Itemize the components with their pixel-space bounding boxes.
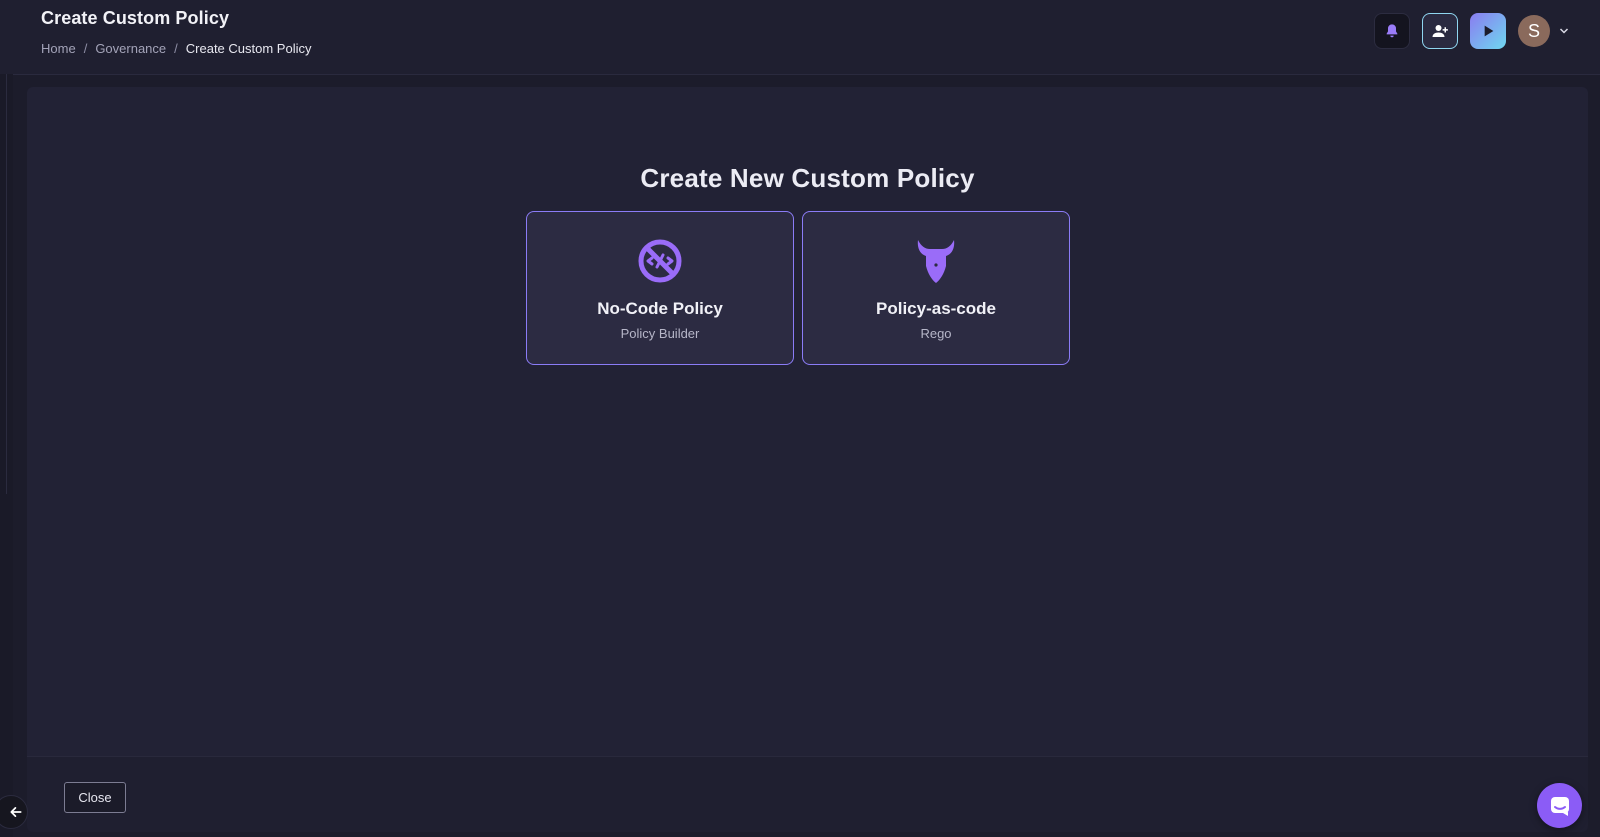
breadcrumb-separator: / <box>83 41 88 56</box>
bell-icon <box>1386 24 1398 38</box>
close-button[interactable]: Close <box>64 782 126 813</box>
card-title: No-Code Policy <box>597 299 723 318</box>
chat-icon <box>1550 796 1569 816</box>
card-icon-wrap <box>803 238 1069 284</box>
page-title: Create Custom Policy <box>41 8 230 28</box>
play-icon <box>1484 25 1494 37</box>
panel-title: Create New Custom Policy <box>640 163 975 193</box>
card-icon-wrap <box>527 238 793 284</box>
no-code-policy-card[interactable]: No-Code Policy Policy Builder <box>526 211 794 365</box>
main-panel: Create New Custom Policy No-Code Policy … <box>27 87 1588 832</box>
rail-divider <box>6 74 7 494</box>
left-rail <box>0 74 13 837</box>
breadcrumb-home[interactable]: Home <box>41 41 76 56</box>
top-bar: Create Custom Policy Home / Governance /… <box>0 0 1600 75</box>
notifications-button[interactable] <box>1374 13 1410 49</box>
chat-support-button[interactable] <box>1537 783 1582 828</box>
invite-user-button[interactable] <box>1422 13 1458 49</box>
add-user-icon <box>1432 25 1448 37</box>
chevron-down-icon <box>1559 28 1569 34</box>
breadcrumb-separator: / <box>174 41 178 56</box>
collapse-sidebar-button[interactable] <box>0 795 28 829</box>
play-button[interactable] <box>1470 13 1506 49</box>
card-title: Policy-as-code <box>876 299 996 318</box>
top-actions: S <box>1362 13 1570 49</box>
breadcrumb: Home / Governance / Create Custom Policy <box>41 41 311 56</box>
account-menu-toggle[interactable] <box>1558 25 1570 37</box>
arrow-left-icon <box>10 807 22 817</box>
opa-bull-icon <box>917 240 955 283</box>
avatar[interactable]: S <box>1518 15 1550 47</box>
breadcrumb-current: Create Custom Policy <box>185 41 312 56</box>
breadcrumb-governance[interactable]: Governance <box>95 41 166 56</box>
card-subtitle: Rego <box>920 326 952 341</box>
no-code-icon <box>638 239 682 283</box>
panel-footer: Close <box>27 756 1588 832</box>
policy-as-code-card[interactable]: Policy-as-code Rego <box>802 211 1070 365</box>
card-subtitle: Policy Builder <box>620 326 700 341</box>
